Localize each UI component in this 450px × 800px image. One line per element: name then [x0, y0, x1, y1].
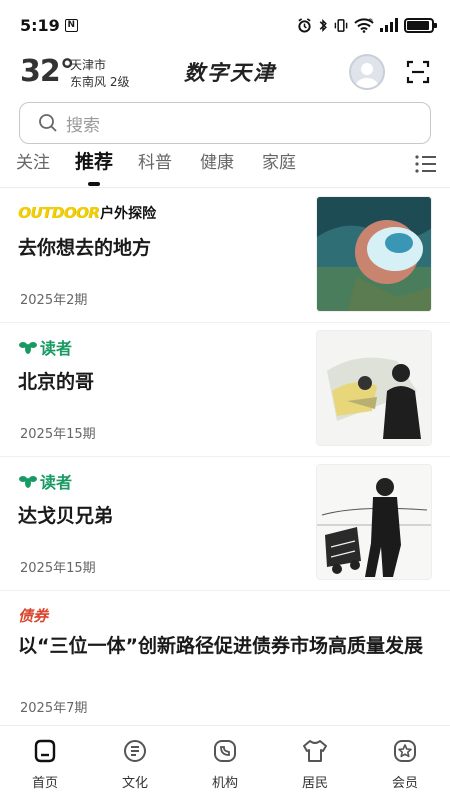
tab-follow[interactable]: 关注 — [16, 150, 50, 180]
article-card[interactable]: 债券 以“三位一体”创新路径促进债券市场高质量发展 2025年7期 — [0, 591, 450, 731]
article-card[interactable]: 读者 北京的哥 2025年15期 — [0, 323, 450, 457]
search-input[interactable]: 搜索 — [19, 102, 431, 144]
article-thumbnail[interactable] — [316, 196, 432, 312]
brand-bond: 债券 — [18, 606, 49, 625]
wind-info: 东南风 2级 — [70, 75, 130, 89]
tab-science[interactable]: 科普 — [138, 150, 172, 180]
article-feed: OUTDOOR 户外探险 去你想去的地方 2025年2期 读者 北京的哥 202… — [0, 189, 450, 731]
list-menu-icon[interactable] — [415, 155, 437, 173]
phone-icon — [214, 740, 236, 762]
nav-label: 机构 — [211, 776, 238, 791]
article-issue: 2025年7期 — [20, 701, 88, 716]
article-card[interactable]: 读者 达戈贝兄弟 2025年15期 — [0, 457, 450, 591]
vibrate-icon — [334, 18, 348, 32]
nav-label: 首页 — [31, 776, 58, 791]
duzhe-bee-icon — [19, 342, 37, 354]
nav-home[interactable]: 首页 — [15, 738, 75, 791]
user-avatar-icon[interactable] — [349, 54, 385, 90]
article-title[interactable]: 以“三位一体”创新路径促进债券市场高质量发展 — [18, 631, 438, 661]
home-icon — [34, 739, 56, 763]
weather-info: 天津市 东南风 2级 — [70, 57, 129, 91]
brand-outdoor-en: OUTDOOR — [18, 204, 100, 222]
active-tab-indicator — [88, 182, 100, 186]
signal-label: 6 — [369, 18, 373, 24]
article-thumbnail[interactable] — [316, 330, 432, 446]
tab-recommend[interactable]: 推荐 — [75, 149, 113, 179]
app-header: 32° 天津市 东南风 2级 数字天津 — [0, 52, 450, 96]
bottom-nav: 首页 文化 机构 居民 会员 — [0, 725, 450, 800]
scan-icon[interactable] — [406, 60, 430, 84]
article-title[interactable]: 北京的哥 — [18, 367, 94, 394]
nav-residents[interactable]: 居民 — [285, 738, 345, 791]
temperature: 32° — [20, 54, 75, 89]
article-thumbnail[interactable] — [316, 464, 432, 580]
tab-health[interactable]: 健康 — [200, 150, 234, 180]
article-title[interactable]: 达戈贝兄弟 — [18, 501, 113, 528]
nav-label: 文化 — [121, 776, 148, 791]
brand-outdoor-cn: 户外探险 — [100, 206, 157, 222]
status-bar: 5:19 N 6 — [0, 0, 450, 50]
nav-label: 居民 — [301, 776, 328, 791]
category-tabs: 关注 推荐 科普 健康 家庭 — [0, 150, 450, 188]
nav-label: 会员 — [391, 776, 418, 791]
battery-level — [407, 20, 429, 30]
magazine-brand: OUTDOOR 户外探险 — [18, 203, 156, 223]
wifi-icon: 6 — [354, 18, 374, 33]
brand-duzhe: 读者 — [40, 473, 73, 492]
duzhe-bee-icon — [19, 476, 37, 488]
app-logo: 数字天津 — [184, 60, 276, 85]
article-card[interactable]: OUTDOOR 户外探险 去你想去的地方 2025年2期 — [0, 189, 450, 323]
star-badge-icon — [394, 740, 416, 762]
shirt-icon — [303, 740, 327, 762]
search-placeholder: 搜索 — [66, 115, 100, 136]
article-issue: 2025年2期 — [20, 293, 88, 308]
article-issue: 2025年15期 — [20, 561, 96, 576]
brand-duzhe: 读者 — [40, 339, 73, 358]
article-title[interactable]: 去你想去的地方 — [18, 233, 151, 260]
nav-culture[interactable]: 文化 — [105, 738, 165, 791]
nfc-badge-icon: N — [64, 18, 78, 32]
city-name: 天津市 — [70, 58, 107, 72]
tab-family[interactable]: 家庭 — [262, 150, 296, 180]
magazine-brand: 读者 — [18, 471, 73, 492]
status-time: 5:19 — [20, 15, 60, 35]
magazine-brand: 债券 — [18, 605, 48, 625]
nav-institution[interactable]: 机构 — [195, 738, 255, 791]
bluetooth-icon — [319, 18, 327, 32]
alarm-icon — [298, 17, 311, 33]
status-icons: 6 — [297, 17, 437, 33]
battery-icon — [404, 17, 437, 33]
magazine-brand: 读者 — [18, 337, 73, 358]
book-icon — [124, 740, 146, 762]
nav-member[interactable]: 会员 — [375, 738, 435, 791]
cell-signal-icon — [380, 18, 398, 32]
search-icon — [39, 114, 57, 132]
article-issue: 2025年15期 — [20, 427, 96, 442]
